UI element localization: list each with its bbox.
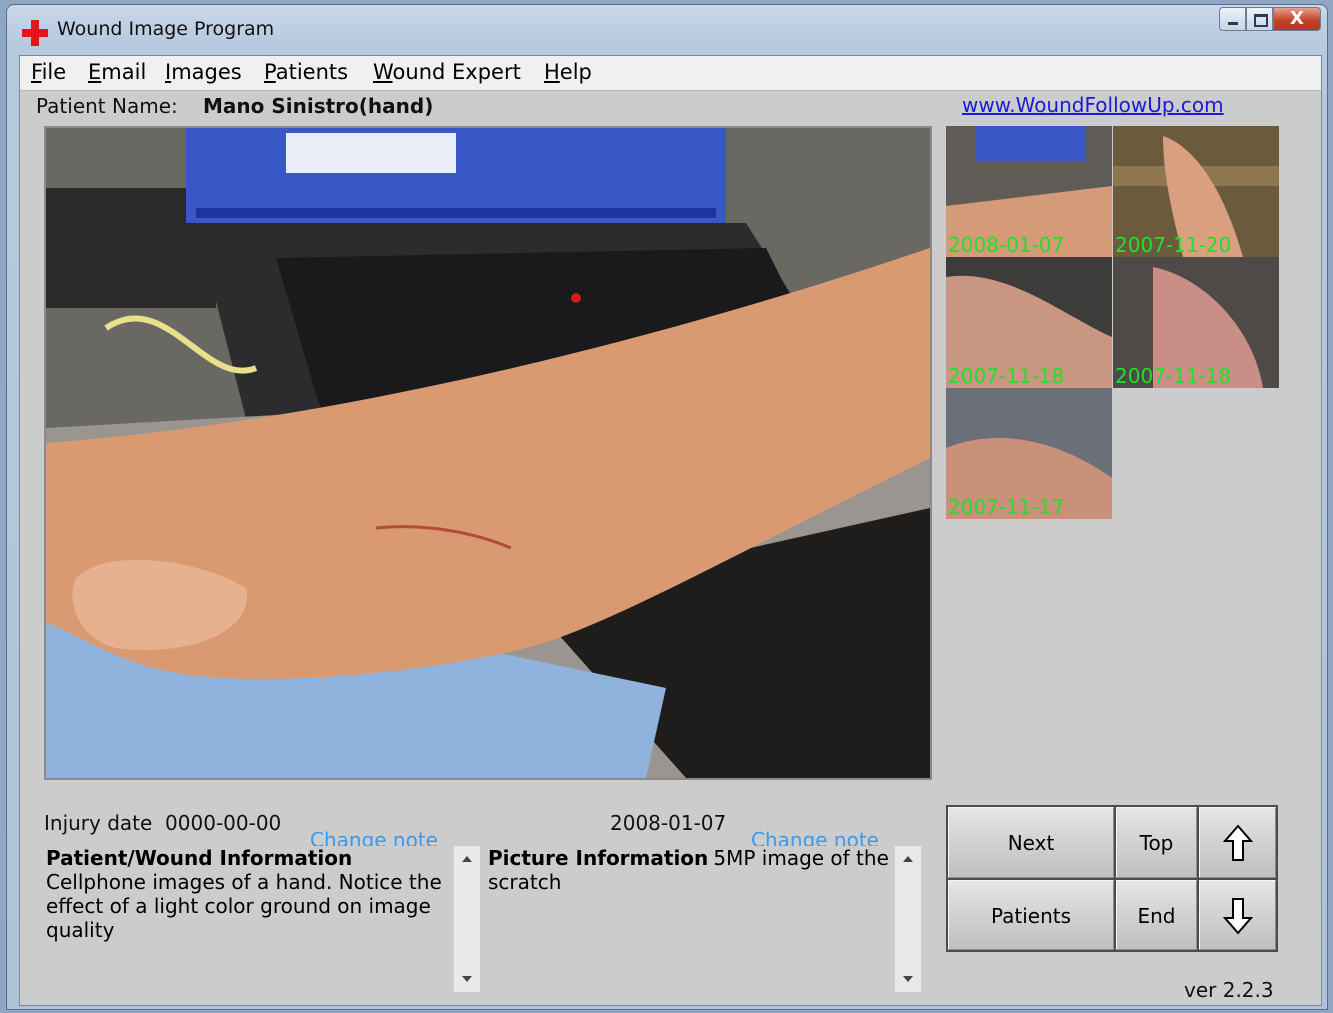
menu-label: mail xyxy=(101,60,147,84)
picture-date: 2008-01-07 xyxy=(610,811,727,835)
thumbnail[interactable]: 2007-11-17 xyxy=(946,388,1112,519)
scroll-down-icon[interactable] xyxy=(462,976,472,982)
patient-note-text: Cellphone images of a hand. Notice the e… xyxy=(46,870,442,942)
main-wound-photo[interactable] xyxy=(44,126,932,780)
thumbnail-date: 2007-11-18 xyxy=(948,364,1065,388)
minimize-button[interactable] xyxy=(1219,7,1246,31)
close-button[interactable]: X xyxy=(1273,7,1321,31)
picture-note-scrollbar[interactable] xyxy=(894,846,921,992)
thumbnail[interactable]: 2007-11-18 xyxy=(946,257,1112,388)
version-label: ver 2.2.3 xyxy=(1184,978,1274,1002)
menu-help[interactable]: Help xyxy=(544,60,592,84)
menu-label: ound Expert xyxy=(392,60,521,84)
menu-file[interactable]: File xyxy=(31,60,66,84)
injury-date-label: Injury date xyxy=(44,811,153,835)
thumbnail[interactable]: 2007-11-18 xyxy=(1113,257,1279,388)
thumbnail-date: 2007-11-17 xyxy=(948,495,1065,519)
up-arrow-icon xyxy=(1222,824,1253,861)
menu-mnemonic: P xyxy=(264,60,276,84)
patient-note-scrollbar[interactable] xyxy=(453,846,480,992)
patients-button[interactable]: Patients xyxy=(948,880,1114,950)
menu-wound-expert[interactable]: Wound Expert xyxy=(373,60,521,84)
thumbnail-date: 2007-11-20 xyxy=(1115,233,1232,257)
menu-email[interactable]: Email xyxy=(88,60,146,84)
patient-name-label: Patient Name: xyxy=(36,94,178,118)
client-area: File Email Images Patients Wound Expert … xyxy=(19,55,1322,1006)
scroll-down-icon[interactable] xyxy=(903,976,913,982)
maximize-button[interactable] xyxy=(1246,7,1273,31)
scroll-up-button[interactable] xyxy=(1199,807,1276,878)
thumbnail[interactable]: 2008-01-07 xyxy=(946,126,1112,257)
patient-note-heading: Patient/Wound Information xyxy=(46,846,353,870)
injury-date-value: 0000-00-00 xyxy=(165,811,282,835)
scroll-up-icon[interactable] xyxy=(462,856,472,862)
down-arrow-icon xyxy=(1222,898,1253,935)
menu-label: atients xyxy=(275,60,349,84)
menu-mnemonic: F xyxy=(31,60,42,84)
menu-bar: File Email Images Patients Wound Expert … xyxy=(20,56,1321,91)
picture-note-box[interactable]: Picture Information 5MP image of the scr… xyxy=(488,846,894,992)
thumbnail[interactable]: 2007-11-20 xyxy=(1113,126,1279,257)
patient-name-value: Mano Sinistro(hand) xyxy=(203,94,434,118)
menu-label: elp xyxy=(559,60,592,84)
top-button[interactable]: Top xyxy=(1116,807,1197,878)
website-link[interactable]: www.WoundFollowUp.com xyxy=(962,93,1224,117)
red-cross-icon xyxy=(20,18,50,48)
end-button[interactable]: End xyxy=(1116,880,1197,950)
next-button[interactable]: Next xyxy=(948,807,1114,878)
menu-patients[interactable]: Patients xyxy=(264,60,348,84)
scroll-down-button[interactable] xyxy=(1199,880,1276,950)
scroll-up-icon[interactable] xyxy=(903,856,913,862)
thumbnail-date: 2007-11-18 xyxy=(1115,364,1232,388)
menu-mnemonic: E xyxy=(88,60,102,84)
app-window: Wound Image Program X File Email Images … xyxy=(6,4,1328,1010)
menu-label: ile xyxy=(41,60,67,84)
title-bar[interactable]: Wound Image Program X xyxy=(7,5,1327,53)
injury-date: Injury date 0000-00-00 xyxy=(44,811,281,835)
picture-note-heading: Picture Information xyxy=(488,846,709,870)
menu-mnemonic: W xyxy=(373,60,393,84)
navigation-panel: Next Top Patients End xyxy=(946,805,1278,952)
window-controls: X xyxy=(1219,7,1321,33)
menu-images[interactable]: Images xyxy=(165,60,242,84)
menu-label: mages xyxy=(171,60,242,84)
thumbnail-date: 2008-01-07 xyxy=(948,233,1065,257)
photo-illustration xyxy=(46,128,930,778)
menu-mnemonic: H xyxy=(544,60,560,84)
patient-note-box[interactable]: Patient/Wound Information Cellphone imag… xyxy=(46,846,452,992)
window-title: Wound Image Program xyxy=(57,18,275,40)
